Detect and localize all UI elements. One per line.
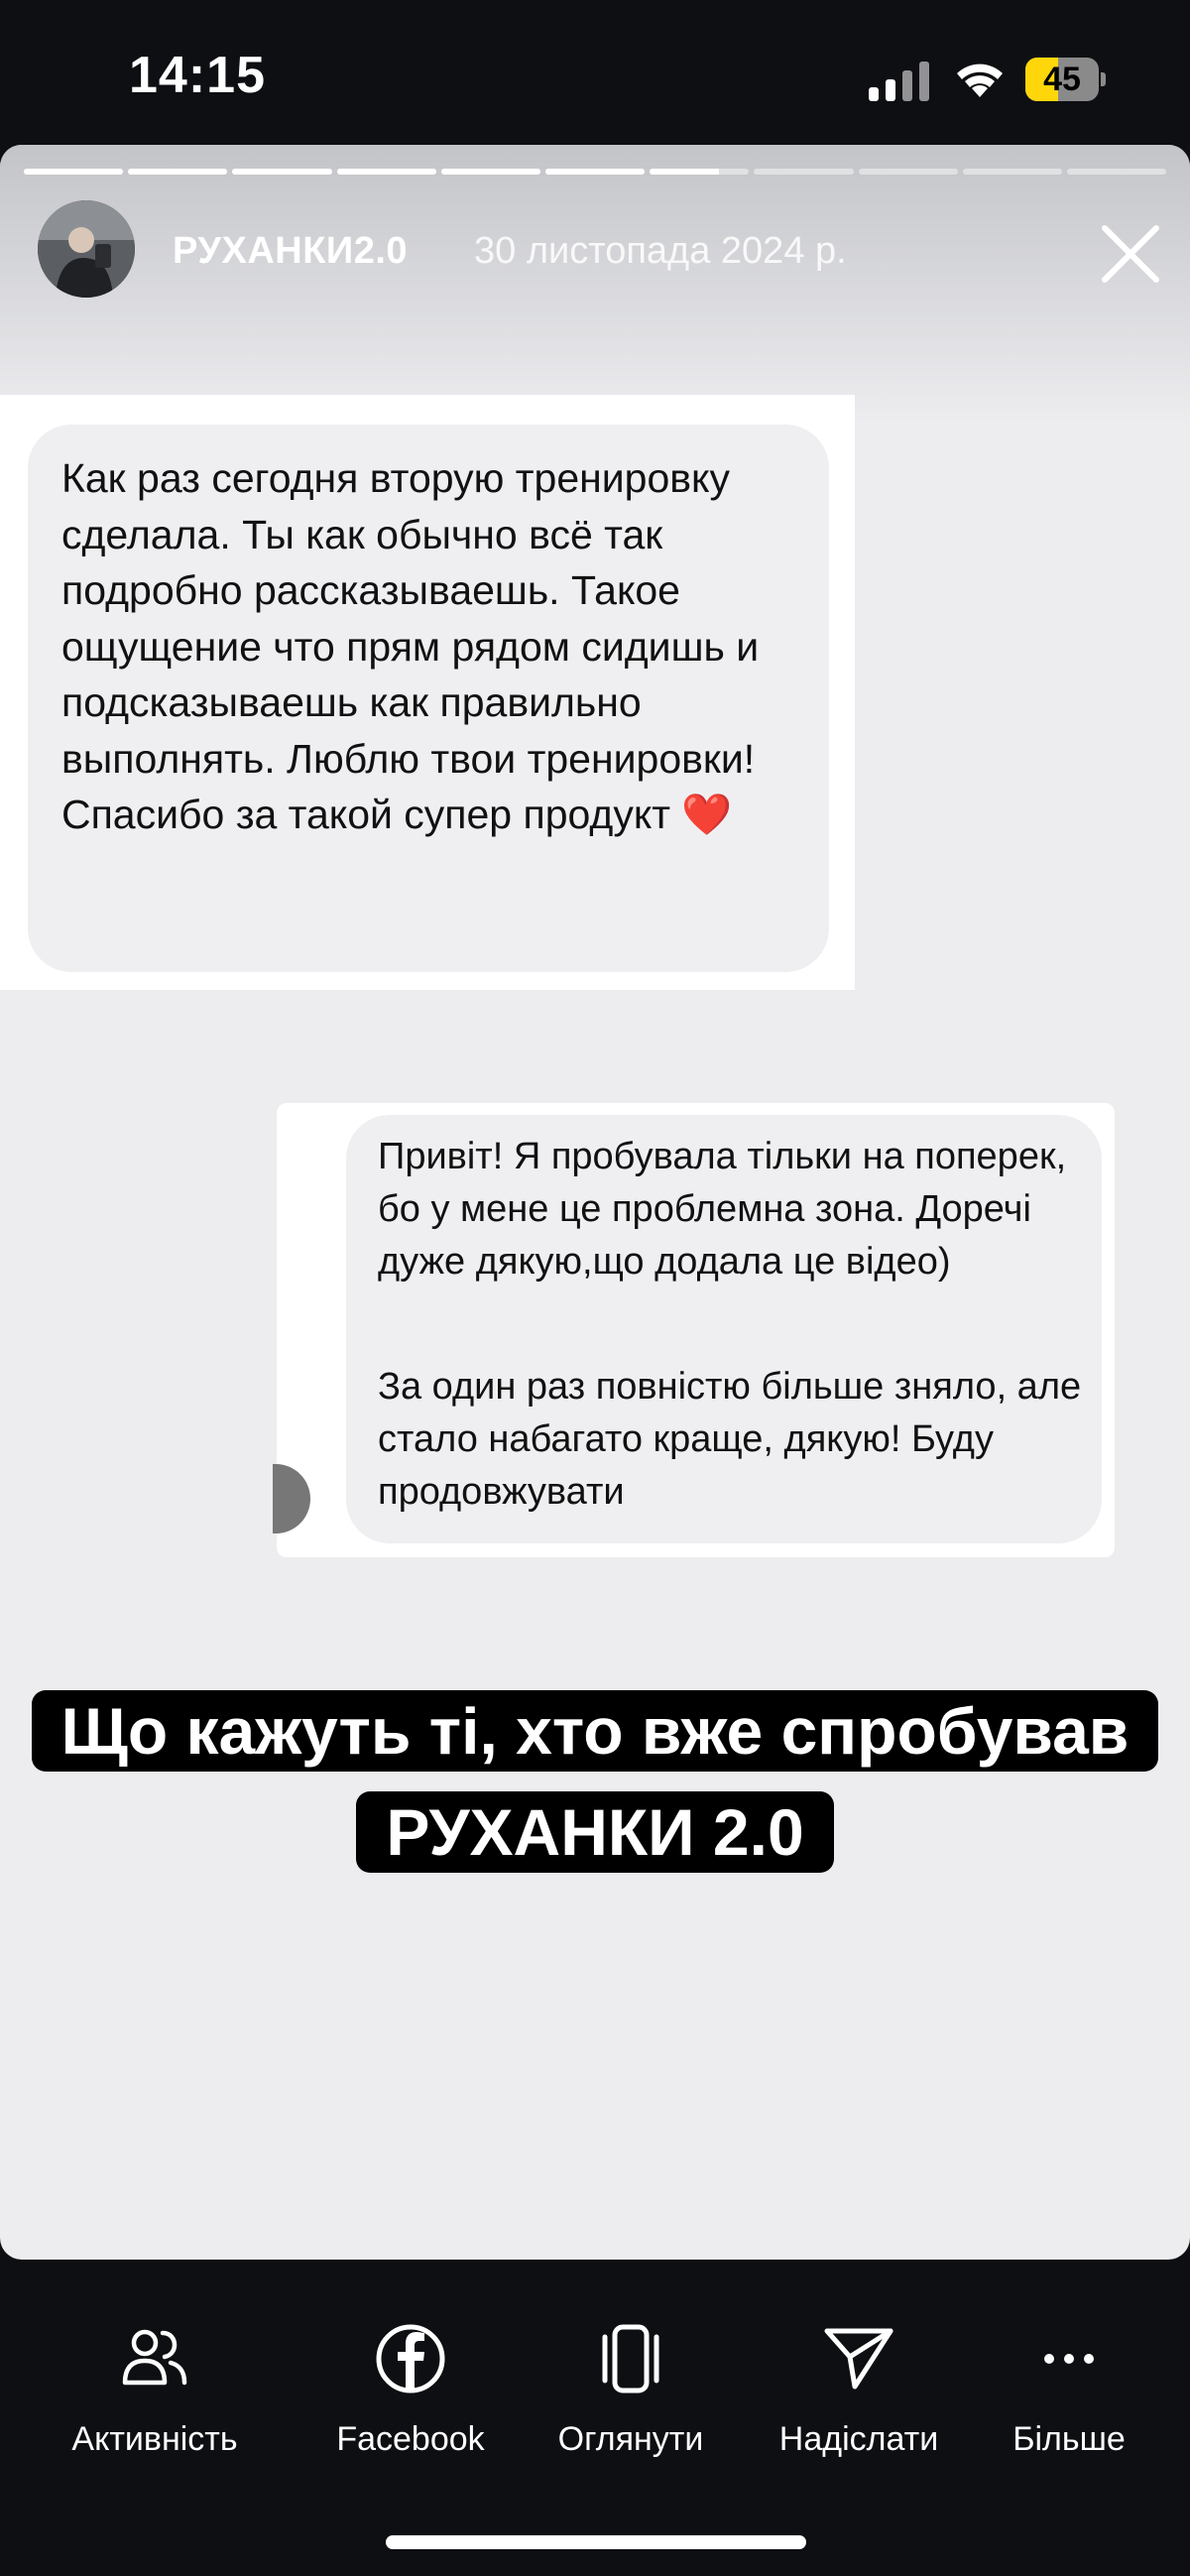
story-action-bar: Активність Facebook Оглянути Надіслати Б… <box>0 2260 1190 2576</box>
story-progress-segment <box>754 169 854 175</box>
activity-button[interactable]: Активність <box>56 2319 254 2459</box>
message-bubble: Привіт! Я пробувала тільки на поперек, б… <box>346 1115 1102 1543</box>
story-progress-segment <box>24 169 124 175</box>
caption-text: Що кажуть ті, хто вже спробував РУХАНКИ … <box>31 1690 1159 1873</box>
avatar[interactable] <box>38 200 135 298</box>
browse-button[interactable]: Оглянути <box>532 2319 730 2459</box>
message-screenshot-2: Привіт! Я пробувала тільки на поперек, б… <box>273 1103 1115 1557</box>
message-bubble: Как раз сегодня вторую тренировку сделал… <box>28 425 829 972</box>
status-time: 14:15 <box>129 47 266 104</box>
more-button[interactable]: Більше <box>970 2319 1168 2459</box>
story-progress-segment <box>128 169 228 175</box>
message-screenshot-1: Как раз сегодня вторую тренировку сделал… <box>0 395 855 990</box>
action-label: Більше <box>1012 2420 1126 2458</box>
more-icon <box>1044 2354 1094 2364</box>
send-icon <box>824 2328 893 2390</box>
action-label: Оглянути <box>557 2420 704 2458</box>
story-progress-segment <box>544 169 646 175</box>
close-icon[interactable] <box>1097 220 1164 288</box>
action-label: Facebook <box>336 2420 485 2458</box>
story-progress-segment <box>232 169 332 175</box>
message-text: Привіт! Я пробувала тільки на поперек, б… <box>378 1136 1067 1283</box>
activity-people-icon <box>122 2329 187 2386</box>
story-viewer[interactable]: РУХАНКИ2.0 30 листопада 2024 р. Как раз … <box>0 145 1190 2260</box>
message-text: Как раз сегодня вторую тренировку сделал… <box>61 455 760 837</box>
story-progress-bar <box>24 169 1167 175</box>
profile-photo <box>38 200 135 298</box>
action-label: Активність <box>71 2420 238 2458</box>
facebook-icon <box>376 2324 445 2393</box>
status-bar: 14:15 45 <box>0 0 1190 144</box>
story-username[interactable]: РУХАНКИ2.0 <box>173 230 408 273</box>
home-indicator[interactable] <box>386 2535 806 2549</box>
facebook-button[interactable]: Facebook <box>311 2319 510 2459</box>
story-progress-segment <box>962 169 1062 175</box>
story-progress-segment <box>858 169 958 175</box>
story-progress-segment <box>440 169 540 175</box>
cellular-signal-icon <box>869 60 932 101</box>
story-progress-segment <box>650 169 750 175</box>
battery-level: 45 <box>1043 61 1081 98</box>
action-label: Надіслати <box>778 2420 939 2458</box>
wifi-icon <box>957 63 1003 97</box>
story-caption: Що кажуть ті, хто вже спробував РУХАНКИ … <box>0 1680 1190 1883</box>
battery-indicator: 45 <box>1025 58 1106 101</box>
story-date: 30 листопада 2024 р. <box>474 230 847 272</box>
story-progress-segment <box>1066 169 1167 175</box>
send-button[interactable]: Надіслати <box>760 2319 958 2459</box>
browse-cards-icon <box>602 2324 659 2393</box>
sender-avatar <box>273 1464 310 1533</box>
message-text: За один раз повністю більше зняло, але с… <box>378 1366 1082 1513</box>
story-progress-segment <box>336 169 436 175</box>
